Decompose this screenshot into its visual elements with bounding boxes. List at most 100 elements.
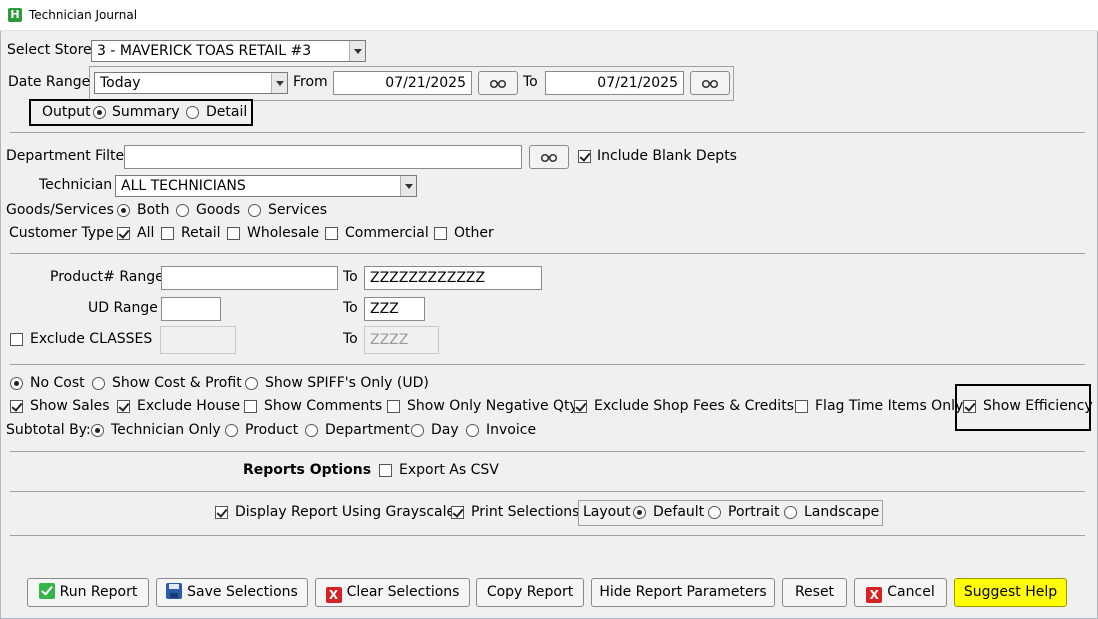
- customer-type-wholesale-label: Wholesale: [247, 225, 320, 241]
- subtotal-invoice-label: Invoice: [486, 422, 537, 438]
- check-icon: [38, 583, 55, 599]
- product-range-from-input[interactable]: [161, 266, 338, 290]
- technician-select[interactable]: ALL TECHNICIANS: [115, 175, 417, 197]
- output-summary-radio[interactable]: [93, 106, 106, 119]
- subtotal-invoice-radio[interactable]: [466, 424, 479, 437]
- binoculars-icon: [490, 79, 506, 89]
- print-selections-label: Print Selections: [471, 504, 580, 520]
- goods-services-goods-radio[interactable]: [176, 204, 189, 217]
- window-title: Technician Journal: [29, 8, 138, 22]
- exclude-house-checkbox[interactable]: [117, 400, 130, 413]
- goods-services-label: Goods/Services: [6, 202, 114, 218]
- goods-services-services-label: Services: [268, 202, 328, 218]
- show-spiff-radio[interactable]: [245, 377, 258, 390]
- include-blank-depts-checkbox[interactable]: [578, 150, 591, 163]
- store-value: 3 - MAVERICK TOAS RETAIL #3: [97, 43, 312, 59]
- ud-range-to-label: To: [343, 300, 358, 316]
- exclude-classes-label: Exclude CLASSES: [30, 331, 153, 347]
- customer-type-other-label: Other: [454, 225, 494, 241]
- customer-type-commercial-checkbox[interactable]: [325, 227, 338, 240]
- department-lookup-button[interactable]: [529, 145, 569, 169]
- subtotal-technician-radio[interactable]: [91, 424, 104, 437]
- customer-type-other-checkbox[interactable]: [434, 227, 447, 240]
- reset-button[interactable]: Reset: [782, 578, 847, 607]
- store-select[interactable]: 3 - MAVERICK TOAS RETAIL #3: [91, 40, 366, 62]
- no-cost-radio[interactable]: [10, 377, 23, 390]
- show-efficiency-label: Show Efficiency: [983, 398, 1093, 414]
- exclude-classes-checkbox[interactable]: [10, 333, 23, 346]
- ud-range-from-input[interactable]: [161, 297, 221, 321]
- show-comments-checkbox[interactable]: [244, 400, 257, 413]
- layout-default-radio[interactable]: [633, 506, 646, 519]
- clear-selections-label: Clear Selections: [346, 584, 460, 600]
- department-filter-input[interactable]: [124, 145, 522, 169]
- date-range-select[interactable]: Today: [94, 72, 288, 94]
- goods-services-both-radio[interactable]: [117, 204, 130, 217]
- app-icon: H: [8, 8, 22, 22]
- hide-report-parameters-button[interactable]: Hide Report Parameters: [591, 578, 775, 607]
- layout-portrait-radio[interactable]: [708, 506, 721, 519]
- from-label: From: [293, 74, 328, 90]
- cancel-button[interactable]: X Cancel: [854, 578, 947, 607]
- classes-from-input[interactable]: [160, 326, 236, 354]
- department-filter-label: Department Filter: [6, 148, 130, 164]
- ud-range-to-input[interactable]: ZZZ: [364, 297, 425, 321]
- customer-type-all-checkbox[interactable]: [117, 227, 130, 240]
- customer-type-commercial-label: Commercial: [345, 225, 429, 241]
- show-cost-profit-radio[interactable]: [92, 377, 105, 390]
- show-efficiency-checkbox[interactable]: [963, 400, 976, 413]
- include-blank-depts-label: Include Blank Depts: [597, 148, 737, 164]
- save-selections-button[interactable]: Save Selections: [156, 578, 308, 607]
- to-date-input[interactable]: 07/21/2025: [545, 71, 684, 95]
- customer-type-wholesale-checkbox[interactable]: [227, 227, 240, 240]
- save-selections-label: Save Selections: [187, 584, 298, 600]
- show-sales-checkbox[interactable]: [10, 400, 23, 413]
- export-csv-checkbox[interactable]: [379, 464, 392, 477]
- binoculars-icon: [702, 79, 718, 89]
- save-disk-icon: [166, 583, 183, 599]
- store-label: Select Store: [7, 42, 92, 58]
- technician-label: Technician: [39, 177, 113, 193]
- divider: [10, 451, 1085, 452]
- print-selections-checkbox[interactable]: [451, 506, 464, 519]
- show-negative-qty-checkbox[interactable]: [387, 400, 400, 413]
- subtotal-day-radio[interactable]: [411, 424, 424, 437]
- output-detail-radio[interactable]: [186, 106, 199, 119]
- output-summary-label: Summary: [112, 104, 180, 120]
- reports-options-heading: Reports Options: [243, 462, 372, 478]
- grayscale-checkbox[interactable]: [215, 506, 228, 519]
- copy-report-button[interactable]: Copy Report: [476, 578, 584, 607]
- chevron-down-icon: [400, 176, 416, 196]
- subtotal-product-label: Product: [245, 422, 299, 438]
- binoculars-icon: [541, 153, 557, 163]
- exclude-shop-fees-checkbox[interactable]: [574, 400, 587, 413]
- to-label: To: [523, 74, 538, 90]
- layout-landscape-radio[interactable]: [784, 506, 797, 519]
- divider: [10, 253, 1085, 254]
- divider: [10, 535, 1085, 536]
- classes-to-input[interactable]: ZZZZ: [364, 326, 439, 354]
- chevron-down-icon: [271, 73, 287, 93]
- customer-type-retail-label: Retail: [181, 225, 221, 241]
- product-range-to-label: To: [343, 269, 358, 285]
- exclude-house-label: Exclude House: [137, 398, 241, 414]
- customer-type-retail-checkbox[interactable]: [161, 227, 174, 240]
- product-range-to-input[interactable]: ZZZZZZZZZZZZ: [364, 266, 542, 290]
- from-date-picker-button[interactable]: [478, 71, 518, 95]
- layout-default-label: Default: [653, 504, 705, 520]
- clear-selections-button[interactable]: X Clear Selections: [315, 578, 470, 607]
- run-report-button[interactable]: Run Report: [27, 578, 149, 607]
- to-date-picker-button[interactable]: [690, 71, 730, 95]
- show-sales-label: Show Sales: [30, 398, 110, 414]
- product-range-label: Product# Range: [50, 269, 164, 285]
- suggest-help-button[interactable]: Suggest Help: [954, 578, 1067, 607]
- subtotal-product-radio[interactable]: [225, 424, 238, 437]
- subtotal-day-label: Day: [431, 422, 459, 438]
- goods-services-services-radio[interactable]: [248, 204, 261, 217]
- export-csv-label: Export As CSV: [399, 462, 499, 478]
- from-date-input[interactable]: 07/21/2025: [333, 71, 472, 95]
- subtotal-department-radio[interactable]: [305, 424, 318, 437]
- customer-type-all-label: All: [137, 225, 155, 241]
- flag-time-items-checkbox[interactable]: [795, 400, 808, 413]
- goods-services-both-label: Both: [137, 202, 170, 218]
